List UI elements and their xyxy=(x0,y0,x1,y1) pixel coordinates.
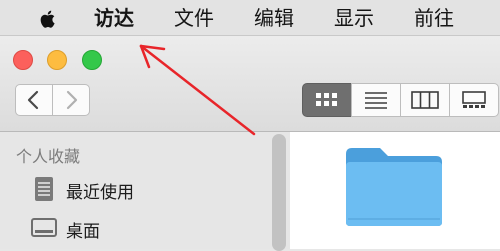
back-button[interactable] xyxy=(15,84,53,116)
menu-bar: 访达 文件 编辑 显示 前往 xyxy=(0,0,500,36)
apple-logo-icon[interactable] xyxy=(36,7,60,31)
chevron-right-icon xyxy=(66,90,78,110)
gallery-view-icon xyxy=(462,91,486,108)
maximize-button[interactable] xyxy=(82,50,102,70)
sidebar-item-recents[interactable]: 最近使用 xyxy=(0,172,270,208)
finder-window: 个人收藏 最近使用 桌面 xyxy=(0,36,500,251)
menu-go[interactable]: 前往 xyxy=(414,5,454,31)
sidebar-heading-favorites: 个人收藏 xyxy=(16,147,81,166)
sidebar-item-desktop[interactable]: 桌面 xyxy=(0,211,270,247)
column-view-icon xyxy=(411,91,439,109)
icon-view-icon xyxy=(316,93,337,106)
close-button[interactable] xyxy=(13,50,33,70)
window-toolbar xyxy=(0,36,500,132)
menu-file[interactable]: 文件 xyxy=(174,5,214,31)
menu-finder[interactable]: 访达 xyxy=(94,5,134,31)
list-view-button[interactable] xyxy=(351,83,401,117)
chevron-left-icon xyxy=(27,90,39,110)
file-browser-area xyxy=(290,132,500,249)
sidebar: 个人收藏 最近使用 桌面 xyxy=(0,132,290,251)
list-view-icon xyxy=(365,92,387,109)
minimize-button[interactable] xyxy=(47,50,67,70)
gallery-view-button[interactable] xyxy=(449,83,499,117)
sidebar-scrollbar[interactable] xyxy=(272,134,286,251)
recents-icon xyxy=(35,177,53,201)
column-view-button[interactable] xyxy=(400,83,450,117)
menu-view[interactable]: 显示 xyxy=(334,5,374,31)
sidebar-item-label: 最近使用 xyxy=(66,183,134,203)
sidebar-item-label: 桌面 xyxy=(66,222,100,242)
menu-edit[interactable]: 编辑 xyxy=(254,5,294,31)
folder-icon[interactable] xyxy=(342,140,446,228)
desktop-icon xyxy=(31,218,57,237)
forward-button[interactable] xyxy=(52,84,90,116)
icon-view-button[interactable] xyxy=(302,83,352,117)
